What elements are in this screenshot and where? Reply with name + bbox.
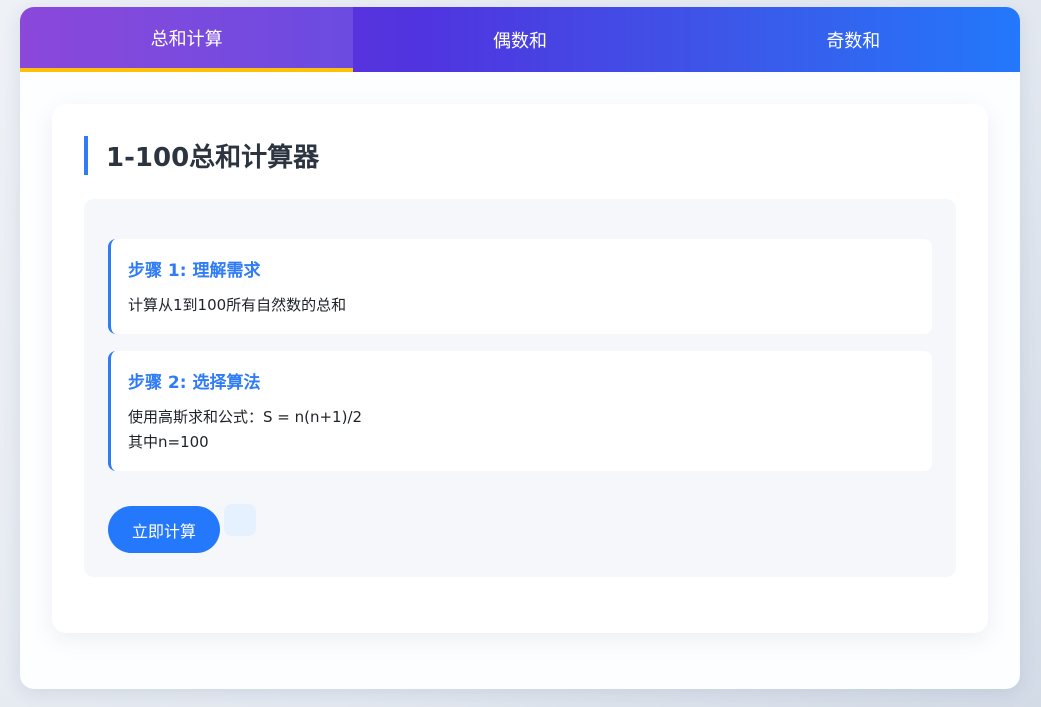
step-title: 步骤 2: 选择算法 [128,373,261,393]
tab-label: 总和计算 [150,28,223,50]
steps-panel: 步骤 1: 理解需求 计算从1到100所有自然数的总和 步骤 2: 选择算法 使… [84,199,956,577]
result-display [224,504,256,536]
calculator-card: 1-100总和计算器 步骤 1: 理解需求 计算从1到100所有自然数的总和 步… [52,104,988,633]
step-description: 其中n=100 [128,433,209,451]
tab-odd-sum[interactable]: 奇数和 [687,7,1020,72]
step-title: 步骤 1: 理解需求 [128,261,261,281]
page-title: 1-100总和计算器 [84,136,319,175]
tab-sum[interactable]: 总和计算 [20,7,354,72]
tab-label: 偶数和 [492,30,547,52]
tab-label: 奇数和 [826,30,881,52]
tab-even-sum[interactable]: 偶数和 [353,7,686,72]
step-card-2: 步骤 2: 选择算法 使用高斯求和公式：S = n(n+1)/2 其中n=100 [108,351,932,471]
step-description: 计算从1到100所有自然数的总和 [128,296,347,314]
step-description: 使用高斯求和公式：S = n(n+1)/2 [128,408,363,426]
calculate-button[interactable]: 立即计算 [108,506,220,553]
app-window: 总和计算 偶数和 奇数和 1-100总和计算器 步骤 1: 理解需求 计算从1到… [20,7,1020,689]
step-card-1: 步骤 1: 理解需求 计算从1到100所有自然数的总和 [108,239,932,334]
tab-bar: 总和计算 偶数和 奇数和 [20,7,1020,72]
